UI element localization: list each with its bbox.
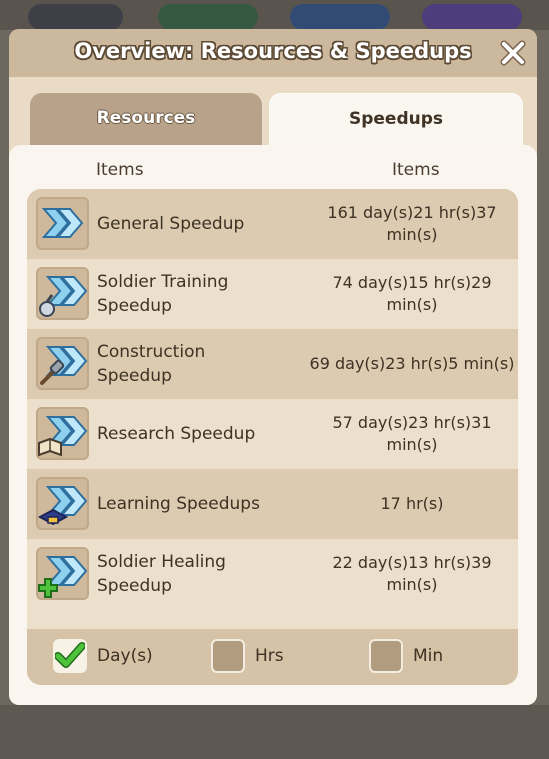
min-label: Min (413, 646, 444, 666)
tab-label: Speedups (348, 109, 444, 129)
list-item[interactable]: General Speedup 161 day(s)21 hr(s)37 min… (27, 189, 518, 259)
tab-speedups[interactable]: Speedups (269, 93, 523, 149)
min-checkbox[interactable] (369, 639, 403, 673)
item-name: Soldier Training Speedup (97, 272, 229, 316)
close-button[interactable] (499, 39, 527, 67)
background-button (422, 4, 522, 30)
tab-resources[interactable]: Resources (30, 93, 262, 149)
hrs-label: Hrs (255, 646, 284, 666)
column-header-amount: Items (392, 160, 440, 180)
speedup-list: General Speedup 161 day(s)21 hr(s)37 min… (27, 189, 518, 685)
learning-speedup-icon (36, 477, 89, 530)
list-spacer (27, 609, 518, 629)
item-time: 22 day(s)13 hr(s)39 min(s) (332, 553, 492, 594)
item-time: 74 day(s)15 hr(s)29 min(s) (332, 273, 492, 314)
item-name: Research Speedup (97, 424, 256, 444)
title-bar: Overview: Resources & Speedups (9, 29, 537, 77)
general-speedup-icon (36, 197, 89, 250)
overview-dialog: Overview: Resources & Speedups Resources… (9, 29, 537, 705)
background-button (290, 4, 390, 30)
item-time: 161 day(s)21 hr(s)37 min(s) (327, 203, 497, 244)
item-name: Construction Speedup (97, 342, 206, 386)
list-item[interactable]: Construction Speedup 69 day(s)23 hr(s)5 … (27, 329, 518, 399)
dialog-title: Overview: Resources & Speedups (74, 39, 472, 63)
list-item[interactable]: Soldier Training Speedup 74 day(s)15 hr(… (27, 259, 518, 329)
item-time: 57 day(s)23 hr(s)31 min(s) (332, 413, 492, 454)
day-label: Day(s) (97, 646, 153, 666)
research-speedup-icon (36, 407, 89, 460)
list-item[interactable]: Soldier Healing Speedup 22 day(s)13 hr(s… (27, 539, 518, 609)
background-bar (0, 0, 549, 30)
tab-label: Resources (96, 108, 196, 128)
column-header-items: Items (96, 160, 144, 180)
close-icon (500, 40, 526, 66)
background-button (158, 4, 258, 30)
background-button (28, 4, 123, 30)
hrs-checkbox[interactable] (211, 639, 245, 673)
item-time: 17 hr(s) (380, 494, 444, 513)
time-unit-filter: Day(s) Hrs Min (27, 629, 518, 685)
background-bottom (0, 705, 549, 759)
item-name: General Speedup (97, 214, 245, 234)
soldier-healing-speedup-icon (36, 547, 89, 600)
item-name: Learning Speedups (97, 494, 260, 514)
item-time: 69 day(s)23 hr(s)5 min(s) (309, 354, 515, 373)
construction-speedup-icon (36, 337, 89, 390)
list-item[interactable]: Learning Speedups 17 hr(s) (27, 469, 518, 539)
list-item[interactable]: Research Speedup 57 day(s)23 hr(s)31 min… (27, 399, 518, 469)
check-icon (54, 642, 86, 668)
soldier-training-speedup-icon (36, 267, 89, 320)
item-name: Soldier Healing Speedup (97, 552, 226, 596)
day-checkbox[interactable] (53, 639, 87, 673)
